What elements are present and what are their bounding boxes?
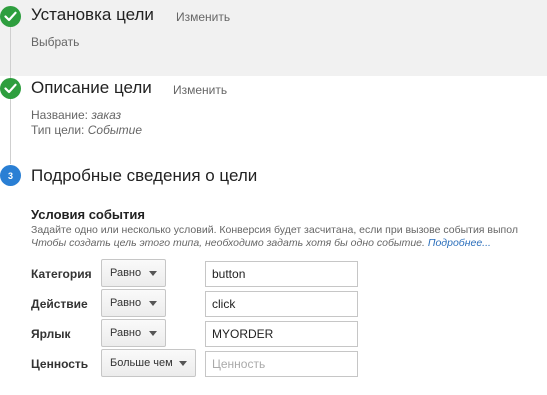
category-label: Категория bbox=[31, 267, 92, 281]
step-connector bbox=[10, 98, 11, 164]
conditions-help-text: Задайте одно или несколько условий. Конв… bbox=[31, 224, 518, 236]
goal-name-value: заказ bbox=[91, 108, 122, 122]
value-value-input[interactable] bbox=[205, 351, 358, 377]
step-3-number-badge: 3 bbox=[0, 165, 21, 186]
category-operator-dropdown[interactable]: Равно bbox=[101, 259, 166, 287]
learn-more-link[interactable]: Подробнее... bbox=[428, 237, 491, 249]
label-operator-value: Равно bbox=[110, 327, 142, 339]
goal-type-label: Тип цели: bbox=[31, 123, 85, 137]
action-value-input[interactable] bbox=[205, 291, 358, 317]
value-operator-dropdown[interactable]: Больше чем bbox=[101, 349, 196, 377]
conditions-hint-text: Чтобы создать цель этого типа, необходим… bbox=[31, 237, 425, 249]
step-2-checkmark-icon bbox=[0, 78, 21, 99]
conditions-title: Условия события bbox=[31, 207, 145, 222]
chevron-down-icon bbox=[179, 361, 187, 366]
step-connector bbox=[10, 21, 11, 78]
step-3-title: Подробные сведения о цели bbox=[31, 166, 258, 185]
step-2-edit-link[interactable]: Изменить bbox=[173, 83, 227, 97]
action-operator-value: Равно bbox=[110, 297, 142, 309]
action-label: Действие bbox=[31, 297, 88, 311]
chevron-down-icon bbox=[149, 331, 157, 336]
category-value-input[interactable] bbox=[205, 261, 358, 287]
goal-name-label: Название: bbox=[31, 108, 88, 122]
label-label: Ярлык bbox=[31, 327, 71, 341]
step-1-detail: Выбрать bbox=[31, 35, 80, 49]
chevron-down-icon bbox=[149, 301, 157, 306]
value-operator-value: Больше чем bbox=[110, 357, 173, 369]
step-1-edit-link[interactable]: Изменить bbox=[176, 10, 230, 24]
label-operator-dropdown[interactable]: Равно bbox=[101, 319, 166, 347]
action-operator-dropdown[interactable]: Равно bbox=[101, 289, 166, 317]
goal-name-line: Название: заказ bbox=[31, 108, 121, 122]
conditions-hint: Чтобы создать цель этого типа, необходим… bbox=[31, 237, 491, 249]
goal-type-value: Событие bbox=[87, 123, 142, 137]
category-operator-value: Равно bbox=[110, 267, 142, 279]
label-value-input[interactable] bbox=[205, 321, 358, 347]
step-2-title: Описание цели bbox=[31, 78, 152, 97]
value-label: Ценность bbox=[31, 357, 89, 371]
step-1-title: Установка цели bbox=[31, 5, 154, 24]
goal-type-line: Тип цели: Событие bbox=[31, 123, 142, 137]
step-1-checkmark-icon bbox=[0, 6, 21, 27]
chevron-down-icon bbox=[149, 271, 157, 276]
